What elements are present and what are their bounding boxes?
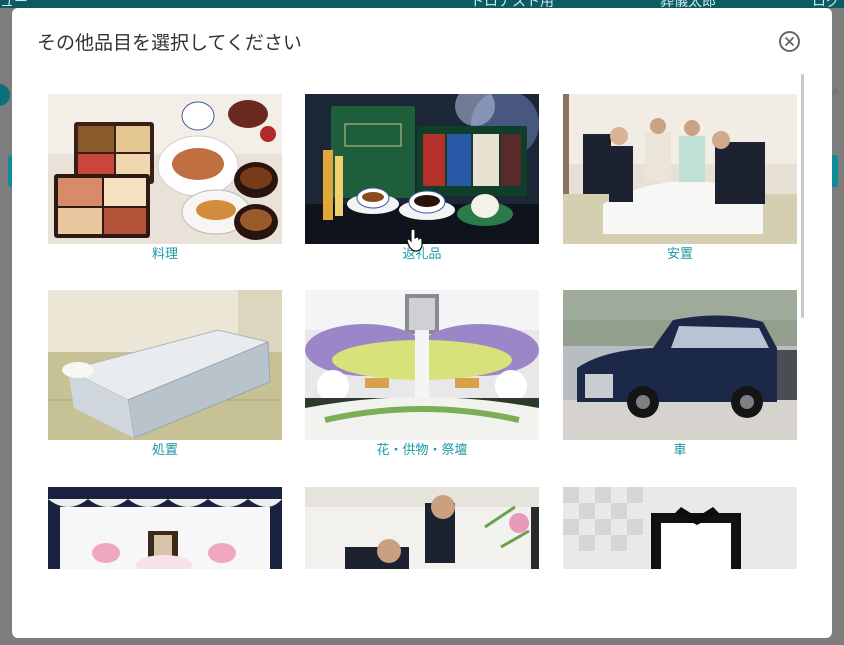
item-label: 処置 (151, 443, 178, 458)
staff-arranging-flowers-image (305, 487, 539, 569)
item-card-ryouri[interactable]: 料理 (48, 94, 282, 264)
flower-altar-image (305, 290, 539, 440)
funeral-hall-image (48, 487, 282, 569)
item-card-staff[interactable] (305, 487, 539, 569)
item-label: 料理 (151, 247, 178, 262)
bg-search-icon: ⌕ (832, 84, 839, 98)
catering-food-image (48, 94, 282, 244)
close-icon[interactable] (779, 31, 800, 52)
item-card-hall[interactable] (48, 487, 282, 569)
hand-cursor-icon (406, 228, 423, 252)
item-card-hana[interactable]: 花・供物・祭壇 (305, 290, 539, 460)
item-label: 安置 (666, 247, 693, 262)
item-label: 花・供物・祭壇 (376, 443, 468, 458)
app-header: ュー トロナスト用 葬儀太郎 ログ (0, 0, 844, 10)
item-label: 車 (673, 443, 687, 458)
gift-set-image (305, 94, 539, 244)
laying-out-body-image (563, 94, 797, 244)
item-grid: 料理 返礼品 安置 処置 花・供物・祭壇 車 (12, 76, 832, 569)
modal-title: その他品目を選択してください (37, 32, 302, 54)
item-card-anchi[interactable]: 安置 (563, 94, 797, 264)
item-card-shochi[interactable]: 処置 (48, 290, 282, 460)
hearse-car-image (563, 290, 797, 440)
item-card-frame[interactable] (563, 487, 797, 569)
memorial-frame-image (563, 487, 797, 569)
bg-button-right (832, 155, 838, 187)
select-item-modal: その他品目を選択してください 料理 返礼品 安置 処置 花・供物・祭壇 車 (12, 8, 832, 638)
bg-avatar (0, 84, 10, 106)
item-card-kuruma[interactable]: 車 (563, 290, 797, 460)
dry-ice-bedding-image (48, 290, 282, 440)
